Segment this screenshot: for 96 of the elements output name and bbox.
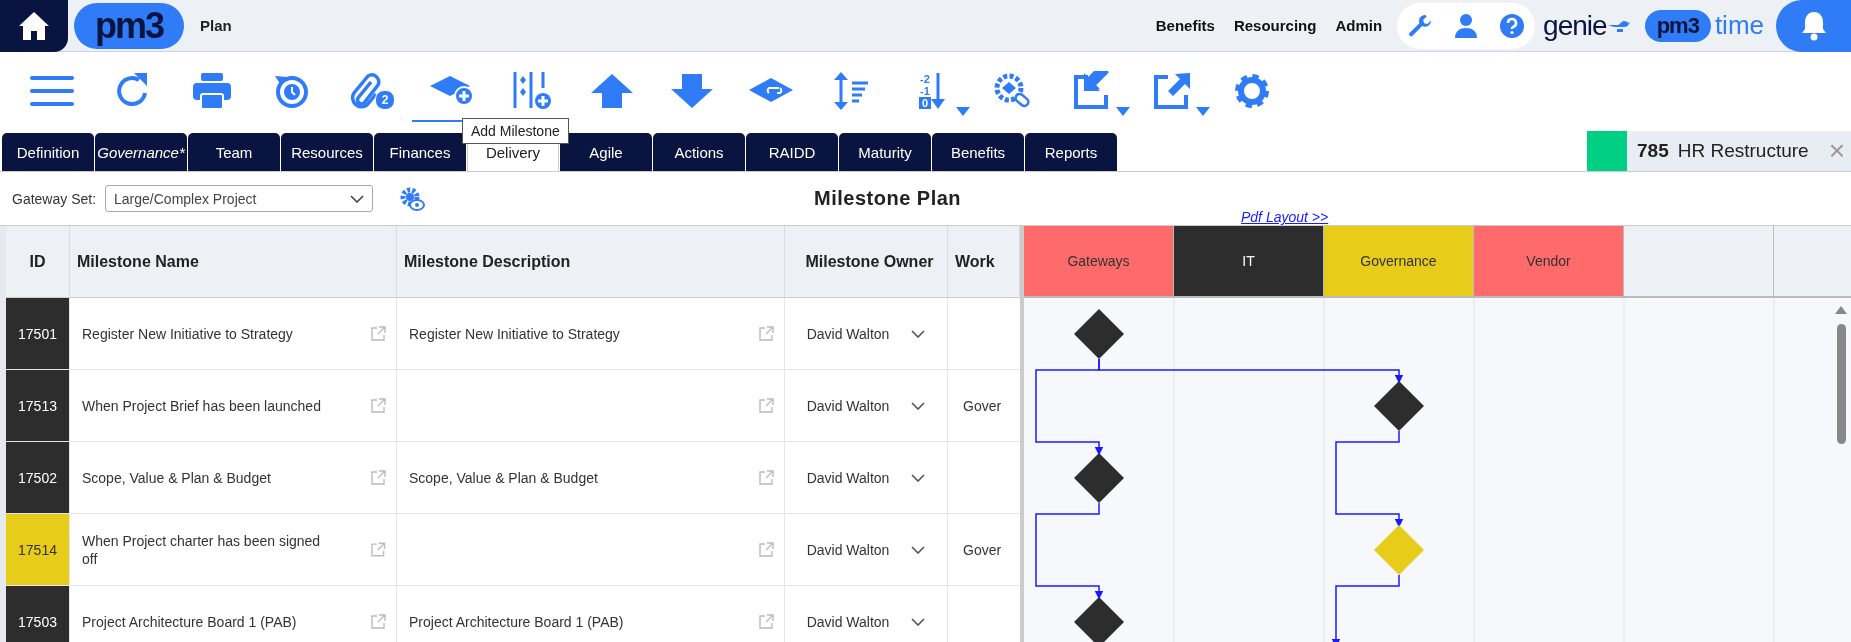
tab[interactable]: Actions [653,133,745,171]
arrow-down-icon [670,73,714,109]
logo-mark: pm3 [1644,9,1711,42]
milestone-diamond[interactable] [1074,597,1124,642]
tab[interactable]: Governance* [95,133,187,171]
toolbar-button[interactable]: 2 [332,62,412,122]
owner-dropdown[interactable]: David Walton [785,514,948,585]
lane-header: IT [1174,226,1324,296]
lane-header: Vendor [1474,226,1624,296]
column-header: ID [6,226,70,297]
owner-dropdown[interactable]: David Walton [785,442,948,513]
tooltip: Add Milestone [462,118,569,144]
owner-dropdown[interactable]: David Walton [785,370,948,441]
app-logo[interactable]: pm3 [74,2,184,49]
owner-dropdown[interactable]: David Walton [785,298,948,369]
notifications-button[interactable] [1776,0,1851,52]
arrow-down-icon [931,71,946,111]
tab[interactable]: Resources [281,133,373,171]
milestone-name: When Project Brief has been launched [82,396,321,415]
nav-link[interactable]: Resourcing [1233,17,1317,34]
column-header: Work [948,226,1020,297]
time-logo[interactable]: pm3 time [1644,9,1764,42]
column-header: Milestone Name [70,226,397,297]
home-icon [17,9,51,42]
tab[interactable]: Reports [1025,133,1117,171]
home-button[interactable] [0,0,68,52]
owner-dropdown[interactable]: David Walton [785,586,948,642]
gear-eye-icon[interactable] [399,185,426,212]
gateway-set-dropdown[interactable]: Large/Complex Project [105,185,374,212]
workstream-text: Gover [963,397,1002,414]
scrollbar[interactable] [1835,306,1847,444]
status-indicator [1587,131,1627,171]
import-icon [1072,71,1112,111]
chevron-icon [911,329,926,338]
milestone-plan-title: Milestone Plan [814,187,962,210]
tab[interactable]: Finances [374,133,466,171]
tab[interactable]: Benefits [932,133,1024,171]
scroll-thumb[interactable] [1836,324,1846,444]
help-icon[interactable] [1498,11,1527,40]
page-title: Plan [200,17,232,34]
milestone-name: Scope, Value & Plan & Budget [82,468,271,487]
tab[interactable]: RAIDD [746,133,838,171]
number-label: -1 [920,85,930,97]
lane-header: Gateways [1024,226,1174,296]
milestone-id: 17503 [6,586,70,642]
menu-icon [30,74,74,108]
gateway-set-label: Gateway Set: [12,190,97,207]
milestone-description: Project Architecture Board 1 (PAB) [409,612,624,631]
connector-arrow [1331,574,1400,642]
number-label: 0 [918,97,932,109]
milestone-id: 17501 [6,298,70,369]
chevron-icon [350,194,365,203]
caret-icon [1196,107,1210,116]
genie-logo[interactable]: genie [1543,9,1607,42]
pdf-layout-link[interactable]: Pdf Layout >> [1241,209,1329,225]
column-header: Milestone Description [397,226,785,297]
milestone-diamond[interactable] [1074,453,1124,503]
project-number: 785 [1637,140,1669,162]
export-icon [1152,71,1192,111]
scroll-up-icon[interactable] [1835,306,1847,314]
project-name: HR Restructure [1677,140,1809,162]
milestone-id: 17502 [6,442,70,513]
milestone-name: When Project charter has been signed off [82,531,322,568]
milestone-name: Register New Initiative to Strategy [82,324,293,343]
tab[interactable]: Team [188,133,280,171]
lane-header: Governance [1324,226,1474,296]
print-icon [192,72,232,110]
column-header: Milestone Owner [785,226,948,297]
column-add-icon [512,70,552,112]
logo-text: time [1714,10,1764,41]
chevron-icon [911,473,926,482]
milestone-name: Project Architecture Board 1 (PAB) [82,612,297,631]
milestone-id: 17514 [6,514,70,585]
chevron-icon [911,617,926,626]
chevron-icon [911,401,926,410]
caret-icon [956,107,970,116]
tab[interactable]: Agile [560,133,652,171]
attachment-count: 2 [375,90,395,110]
milestone-description: Scope, Value & Plan & Budget [409,468,598,487]
nav-link[interactable]: Benefits [1155,17,1215,34]
nav-link[interactable]: Admin [1335,17,1383,34]
chevron-icon [911,545,926,554]
sort-icon [834,71,870,111]
milestone-description: Register New Initiative to Strategy [409,324,620,343]
milestone-id: 17513 [6,370,70,441]
milestone-diamond[interactable] [1374,381,1424,431]
paperclip-icon [349,72,381,110]
toolbar-button[interactable]: -2 -1 0 [892,62,972,122]
milestone-diamond[interactable] [1074,309,1124,359]
tab[interactable]: Maturity [839,133,931,171]
tab[interactable]: Definition [2,133,94,171]
settings-icon [1233,72,1271,110]
arrow-up-icon [590,73,634,109]
caret-icon [1116,107,1130,116]
workstream-text: Gover [963,541,1002,558]
number-label: -2 [920,73,930,85]
